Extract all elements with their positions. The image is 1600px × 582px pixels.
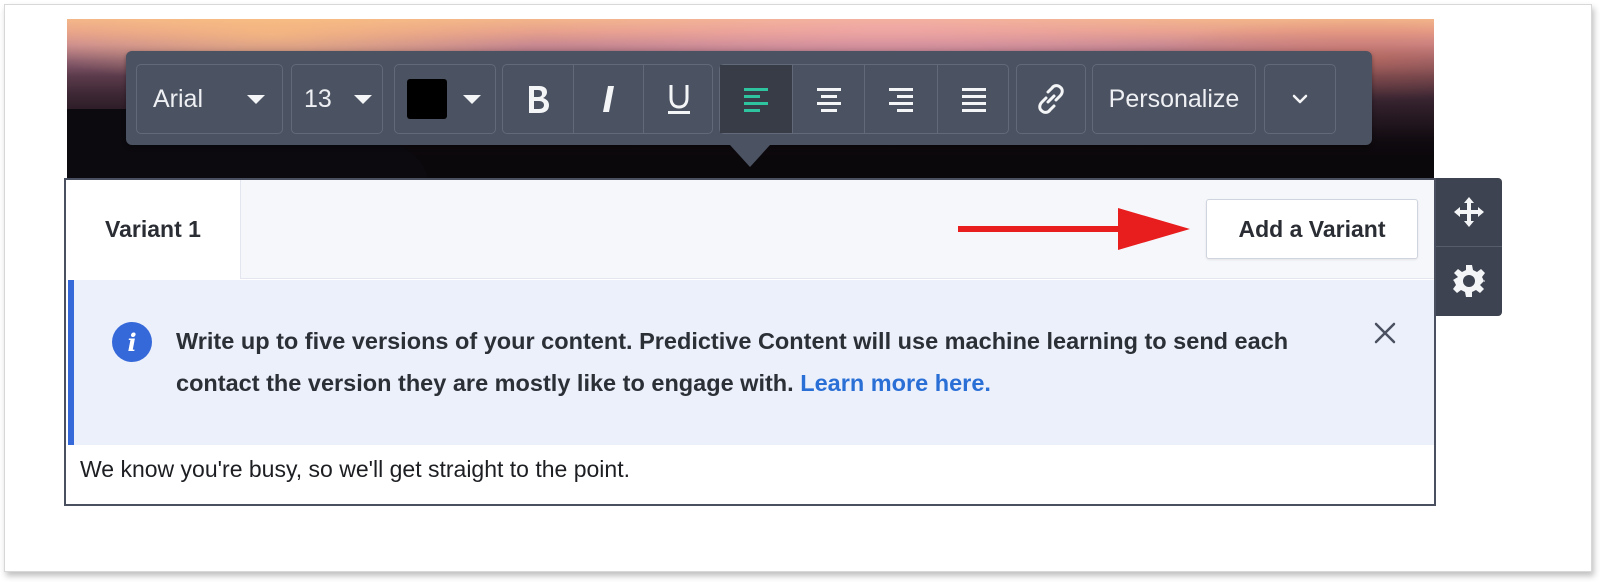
font-family-select[interactable]: Arial	[136, 64, 283, 134]
italic-button[interactable]	[573, 65, 643, 133]
info-message: Write up to five versions of your conten…	[176, 328, 1289, 396]
personalize-label: Personalize	[1108, 84, 1240, 113]
align-justify-icon	[962, 88, 986, 112]
chevron-down-icon	[457, 65, 487, 133]
personalize-label-wrap: Personalize	[1093, 65, 1255, 133]
tab-variant-1[interactable]: Variant 1	[66, 180, 241, 279]
chevron-down-icon	[1292, 94, 1308, 104]
chevron-down-icon	[241, 65, 271, 133]
move-icon	[1454, 197, 1484, 227]
settings-button[interactable]	[1436, 246, 1502, 315]
alignment-group	[719, 64, 1009, 134]
block-side-tools	[1436, 178, 1502, 316]
annotation-arrow	[958, 208, 1190, 250]
align-center-button[interactable]	[792, 65, 864, 133]
personalize-button[interactable]: Personalize	[1092, 64, 1256, 134]
add-variant-button[interactable]: Add a Variant	[1206, 199, 1418, 259]
font-size-value: 13	[304, 65, 332, 133]
link-icon	[1038, 84, 1064, 114]
toolbar-pointer	[730, 145, 770, 167]
close-button[interactable]	[1370, 318, 1400, 348]
font-family-value: Arial	[153, 65, 203, 133]
color-swatch-fill	[407, 79, 447, 119]
font-size-label: 13	[304, 84, 332, 113]
align-right-button[interactable]	[864, 65, 937, 133]
info-icon: i	[112, 322, 152, 362]
info-text: Write up to five versions of your conten…	[176, 320, 1326, 404]
text-style-group	[502, 64, 713, 134]
link-button[interactable]	[1016, 64, 1086, 134]
align-left-icon	[744, 88, 768, 112]
align-left-button[interactable]	[720, 65, 792, 133]
link-icon-wrap	[1017, 65, 1085, 133]
color-swatch	[405, 65, 449, 133]
bold-button[interactable]	[503, 65, 573, 133]
more-icon-wrap	[1265, 65, 1335, 133]
add-variant-label: Add a Variant	[1238, 215, 1386, 242]
move-handle[interactable]	[1436, 178, 1502, 246]
gear-icon	[1453, 265, 1485, 297]
italic-icon	[602, 86, 614, 112]
underline-button[interactable]	[643, 65, 714, 133]
tab-variant-1-label: Variant 1	[105, 216, 201, 242]
align-center-icon	[816, 88, 841, 112]
learn-more-link[interactable]: Learn more here.	[800, 370, 991, 396]
info-banner: i Write up to five versions of your cont…	[68, 280, 1434, 445]
more-options-button[interactable]	[1264, 64, 1336, 134]
font-family-label: Arial	[153, 84, 204, 113]
chevron-down-icon	[348, 65, 378, 133]
body-text[interactable]: We know you're busy, so we'll get straig…	[80, 456, 630, 483]
close-icon	[1374, 322, 1396, 344]
text-color-picker[interactable]	[394, 64, 496, 134]
align-justify-button[interactable]	[937, 65, 1010, 133]
bold-icon	[529, 86, 549, 113]
font-size-select[interactable]: 13	[291, 64, 383, 134]
formatting-toolbar: Arial 13 Personalize	[126, 51, 1372, 167]
underline-icon	[668, 85, 690, 114]
align-right-icon	[889, 88, 913, 112]
